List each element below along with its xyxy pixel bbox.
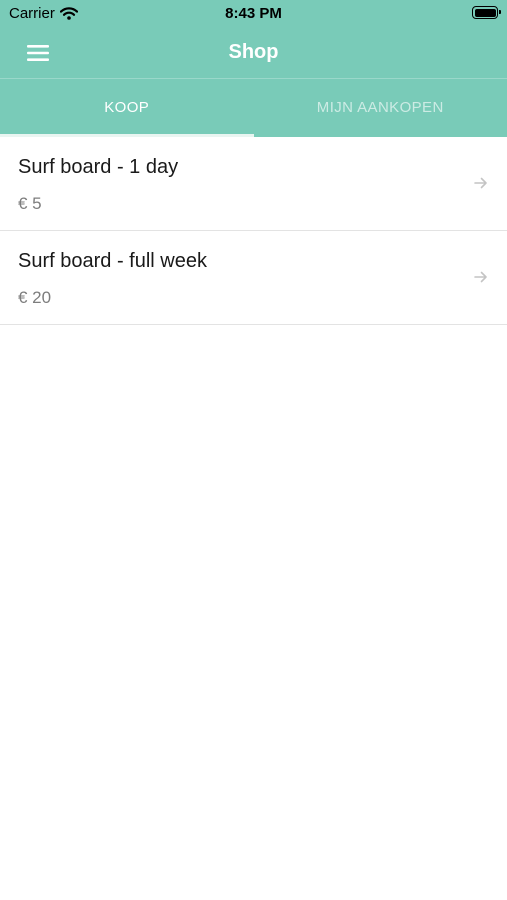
product-price: € 20	[18, 288, 52, 307]
list-item[interactable]: Surf board - full week € 20	[0, 231, 507, 325]
status-time: 8:43 PM	[225, 5, 282, 22]
nav-bar: Shop	[0, 28, 507, 78]
arrow-right-icon	[474, 177, 487, 189]
tab-koop[interactable]: KOOP	[0, 79, 254, 137]
product-list: Surf board - 1 day € 5 Surf board - full…	[0, 137, 507, 325]
page-title: Shop	[228, 41, 279, 63]
tab-mijn-aankopen[interactable]: MIJN AANKOPEN	[254, 79, 507, 137]
app-header: Carrier 8:43 PM Shop KOOP MIJN AANKOPEN	[0, 0, 507, 137]
tab-bar: KOOP MIJN AANKOPEN	[0, 79, 507, 137]
battery-icon	[472, 6, 501, 19]
list-item[interactable]: Surf board - 1 day € 5	[0, 137, 507, 231]
status-bar: Carrier 8:43 PM	[0, 0, 507, 28]
product-price: € 5	[18, 194, 42, 213]
arrow-right-icon	[474, 271, 487, 283]
product-name: Surf board - full week	[18, 250, 207, 272]
product-name: Surf board - 1 day	[18, 156, 179, 178]
